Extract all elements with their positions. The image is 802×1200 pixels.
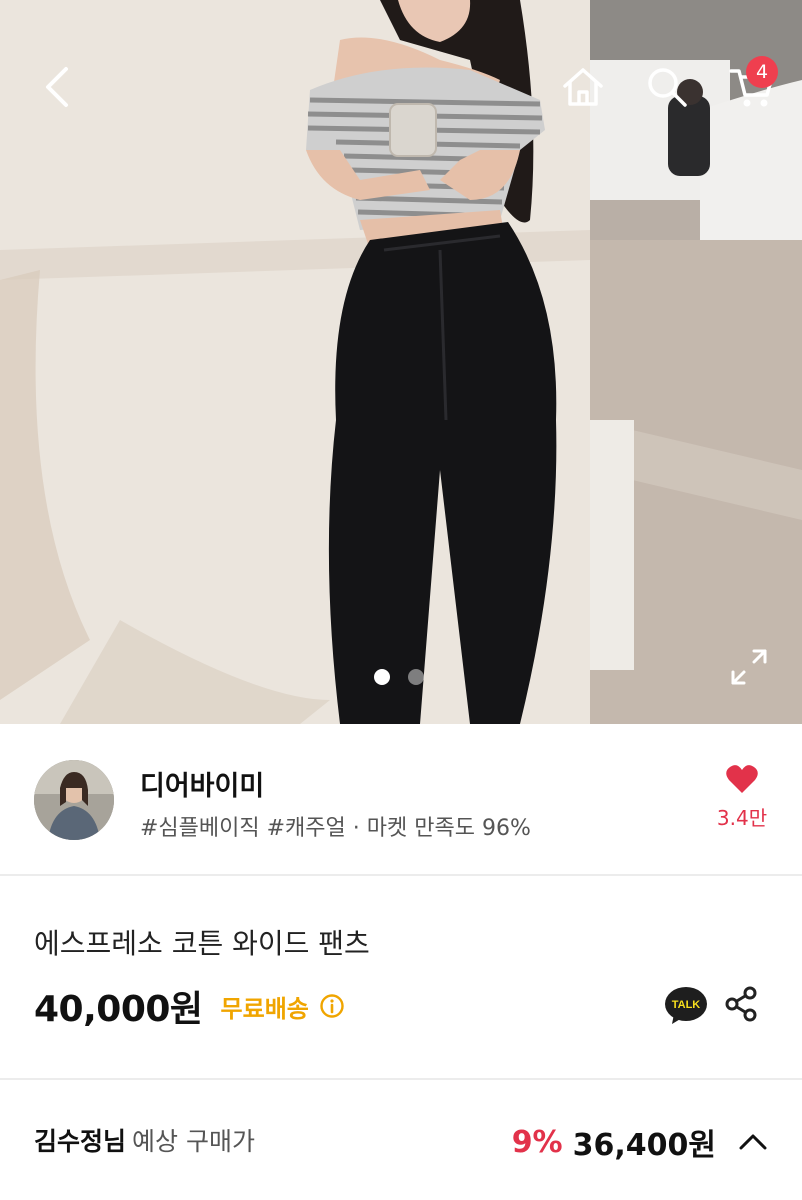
seller-name[interactable]: 디어바이미 <box>140 764 264 803</box>
chevron-left-icon <box>46 67 68 107</box>
fullscreen-button[interactable] <box>726 644 772 690</box>
price-row: 40,000원 무료배송 <box>34 980 345 1032</box>
estimated-price-label: 예상 구매가 <box>132 1127 255 1156</box>
kakao-talk-icon: TALK <box>665 987 707 1024</box>
buyer-line: 김수정님 예상 구매가 <box>34 1122 255 1158</box>
kakao-talk-button[interactable]: TALK <box>664 984 708 1028</box>
slide-indicator <box>374 669 424 685</box>
product-price: 40,000원 <box>34 989 203 1030</box>
info-icon <box>320 994 344 1018</box>
chevron-up-icon <box>739 1134 767 1150</box>
heart-icon <box>726 765 758 793</box>
search-icon <box>648 68 687 107</box>
product-name: 에스프레소 코튼 와이드 팬츠 <box>34 927 370 960</box>
shipping-info-button[interactable] <box>319 993 345 1019</box>
discount-rate: 9% <box>511 1124 563 1160</box>
estimated-price-group: 9% 36,400원 <box>512 1120 768 1164</box>
like-count: 3.4만 <box>716 806 768 830</box>
free-shipping-label: 무료배송 <box>220 994 309 1023</box>
slide-dot-active[interactable] <box>374 669 390 685</box>
back-button[interactable] <box>30 58 84 116</box>
like-button[interactable]: 3.4만 <box>704 764 780 831</box>
search-button[interactable] <box>640 60 694 114</box>
expand-icon <box>731 649 767 685</box>
collapse-button[interactable] <box>738 1132 768 1152</box>
share-button[interactable] <box>720 982 762 1026</box>
kakao-talk-label: TALK <box>672 999 701 1011</box>
cart-count-badge: 4 <box>746 56 778 88</box>
estimated-price-section[interactable]: 김수정님 예상 구매가 9% 36,400원 <box>0 1080 802 1200</box>
buyer-name: 김수정님 <box>34 1127 127 1156</box>
seller-avatar-image <box>34 760 114 840</box>
product-section: 에스프레소 코튼 와이드 팬츠 40,000원 무료배송 TALK <box>0 876 802 1080</box>
product-photo[interactable]: 4 <box>0 0 802 724</box>
share-icon <box>725 986 757 1022</box>
slide-dot[interactable] <box>408 669 424 685</box>
estimated-price: 36,400원 <box>572 1128 716 1163</box>
seller-tags: #심플베이직 #캐주얼 · 마켓 만족도 96% <box>140 816 531 841</box>
seller-avatar[interactable] <box>34 760 114 840</box>
home-icon <box>563 68 603 106</box>
seller-section: 디어바이미 #심플베이직 #캐주얼 · 마켓 만족도 96% 3.4만 <box>0 724 802 876</box>
home-button[interactable] <box>556 60 610 114</box>
